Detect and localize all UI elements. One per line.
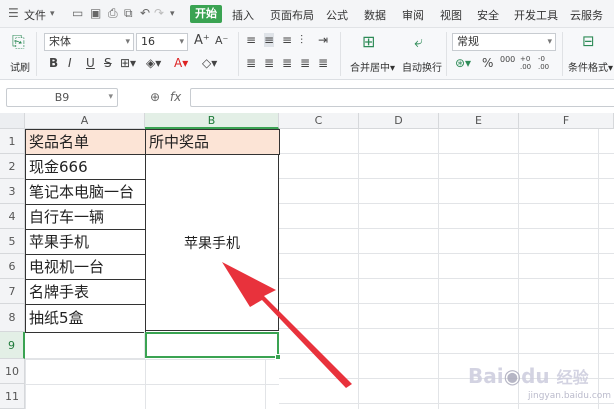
merged-cell-b2-b8[interactable]: 苹果手机 — [145, 154, 279, 331]
row-header-11[interactable]: 11 — [0, 384, 25, 409]
row-header-1[interactable]: 1 — [0, 129, 25, 154]
column-header-e[interactable]: E — [439, 113, 519, 129]
align-top-icon[interactable]: ≡ — [246, 33, 256, 47]
save-icon[interactable]: ▣ — [90, 6, 101, 20]
decimal-decrease-button[interactable]: -0 .00 — [538, 55, 554, 71]
conditional-format-label[interactable]: 条件格式▾ — [568, 59, 613, 74]
column-header-b[interactable]: B — [145, 113, 279, 129]
align-right-icon[interactable]: ≣ — [282, 56, 292, 70]
cell-a6[interactable]: 电视机一台 — [25, 254, 146, 280]
font-shrink-icon[interactable]: A⁻ — [215, 34, 228, 47]
name-box[interactable]: B9 ▾ — [6, 88, 118, 107]
currency-icon[interactable]: ⊛▾ — [455, 56, 471, 70]
column-header-a[interactable]: A — [25, 113, 145, 129]
orientation-icon[interactable]: ⫶ — [300, 33, 303, 48]
italic-button[interactable]: I — [68, 56, 72, 70]
tab-formulas[interactable]: 公式 — [326, 7, 348, 23]
column-header-d[interactable]: D — [359, 113, 439, 129]
border-icon[interactable]: ⊞▾ — [120, 56, 136, 70]
zoom-icon[interactable]: ⊕ — [150, 90, 160, 104]
tab-review[interactable]: 审阅 — [402, 7, 424, 23]
tab-developer[interactable]: 开发工具 — [514, 7, 558, 23]
column-header-f[interactable]: F — [519, 113, 614, 129]
watermark-url: jingyan.baidu.com — [528, 391, 612, 401]
strikethrough-icon[interactable]: S̶ — [104, 56, 112, 70]
wrap-text-label[interactable]: 自动换行 — [402, 59, 442, 74]
tab-security[interactable]: 安全 — [477, 7, 499, 23]
wrap-text-icon[interactable]: ⤶ — [414, 32, 423, 52]
folder-icon[interactable]: ▭ — [72, 6, 83, 20]
formula-input[interactable] — [190, 88, 614, 107]
hamburger-icon[interactable]: ☰ — [8, 6, 19, 20]
tab-view[interactable]: 视图 — [440, 7, 462, 23]
cell-a8[interactable]: 抽纸5盒 — [25, 304, 146, 333]
format-painter-label[interactable]: 试刷 — [10, 59, 30, 74]
column-header-c[interactable]: C — [279, 113, 359, 129]
number-format-select[interactable]: 常规 ▾ — [452, 33, 556, 51]
thousands-button[interactable]: 000 — [500, 55, 515, 64]
align-center-icon[interactable]: ≣ — [264, 56, 274, 70]
cell-a2[interactable]: 现金666 — [25, 154, 146, 180]
tab-insert[interactable]: 插入 — [232, 7, 254, 23]
row-header-7[interactable]: 7 — [0, 279, 25, 304]
tab-data[interactable]: 数据 — [364, 7, 386, 23]
formula-controls: ⊕ fx — [150, 90, 181, 104]
underline-button[interactable]: U — [86, 56, 95, 70]
row-header-9[interactable]: 9 — [0, 332, 25, 359]
chevron-down-icon[interactable]: ▾ — [50, 9, 55, 19]
font-grow-icon[interactable]: A⁺ — [194, 33, 210, 48]
cell-b1[interactable]: 所中奖品 — [145, 129, 280, 155]
select-all-corner[interactable] — [0, 113, 25, 129]
more-icon[interactable]: ▾ — [170, 9, 175, 19]
row-header-2[interactable]: 2 — [0, 154, 25, 179]
cell-a7[interactable]: 名牌手表 — [25, 279, 146, 305]
align-middle-icon[interactable]: ≡ — [264, 33, 275, 47]
fill-handle[interactable] — [275, 354, 281, 360]
format-painter-icon[interactable]: ⎘ — [12, 32, 25, 52]
row-header-3[interactable]: 3 — [0, 179, 25, 204]
row-header-5[interactable]: 5 — [0, 229, 25, 254]
font-name-select[interactable]: 宋体 ▾ — [44, 33, 134, 51]
fx-icon[interactable]: fx — [170, 90, 181, 104]
empty-cells-lower[interactable] — [25, 359, 279, 409]
tab-start[interactable]: 开始 — [190, 5, 222, 23]
formula-bar: B9 ▾ ⊕ fx — [0, 84, 614, 110]
cell-a3[interactable]: 笔记本电脑一台 — [25, 179, 146, 205]
cell-a5[interactable]: 苹果手机 — [25, 229, 146, 255]
justify-icon[interactable]: ≣ — [300, 56, 310, 70]
menu-bar: ☰ 文件 ▾ ▭ ▣ ⎙ ⧉ ↶ ↷ ▾ 开始 插入 页面布局 公式 数据 审阅… — [0, 0, 614, 28]
font-size-select[interactable]: 16 ▾ — [136, 33, 188, 51]
ribbon: ⎘ 试刷 宋体 ▾ 16 ▾ A⁺ A⁻ B I U S̶ ⊞▾ ◈▾ A▾ ◇▾ … — [0, 28, 614, 80]
row-header-10[interactable]: 10 — [0, 359, 25, 384]
row-header-6[interactable]: 6 — [0, 254, 25, 279]
print-icon[interactable]: ⎙ — [108, 6, 118, 21]
menu-file[interactable]: 文件 — [24, 7, 46, 23]
undo-icon[interactable]: ↶ — [140, 6, 150, 20]
align-bottom-icon[interactable]: ≡ — [282, 33, 292, 47]
watermark-logo: Bai◉du 经验 — [468, 364, 589, 388]
fill-color-icon[interactable]: ◈▾ — [146, 56, 161, 70]
decimal-increase-button[interactable]: +0 .00 — [520, 55, 536, 71]
font-color-icon[interactable]: A▾ — [174, 56, 188, 70]
bold-button[interactable]: B — [49, 56, 58, 70]
merge-center-label[interactable]: 合并居中▾ — [350, 59, 395, 74]
cell-a1[interactable]: 奖品名单 — [25, 129, 146, 155]
align-left-icon[interactable]: ≣ — [246, 56, 256, 70]
redo-icon[interactable]: ↷ — [154, 6, 164, 20]
cell-a9[interactable] — [25, 332, 145, 359]
cell-a4[interactable]: 自行车一辆 — [25, 204, 146, 230]
selected-cell-b9[interactable] — [145, 332, 279, 358]
preview-icon[interactable]: ⧉ — [124, 6, 133, 21]
tab-cloud[interactable]: 云服务 — [570, 7, 603, 23]
merge-center-icon[interactable]: ⊞ — [362, 32, 375, 51]
percent-button[interactable]: % — [482, 56, 493, 70]
tab-page-layout[interactable]: 页面布局 — [270, 7, 314, 23]
clear-format-icon[interactable]: ◇▾ — [202, 56, 217, 70]
distribute-icon[interactable]: ≣ — [318, 56, 328, 70]
indent-icon[interactable]: ⇥ — [318, 33, 328, 47]
row-header-8[interactable]: 8 — [0, 304, 25, 332]
conditional-format-icon[interactable]: ⊟ — [582, 32, 595, 50]
row-header-4[interactable]: 4 — [0, 204, 25, 229]
